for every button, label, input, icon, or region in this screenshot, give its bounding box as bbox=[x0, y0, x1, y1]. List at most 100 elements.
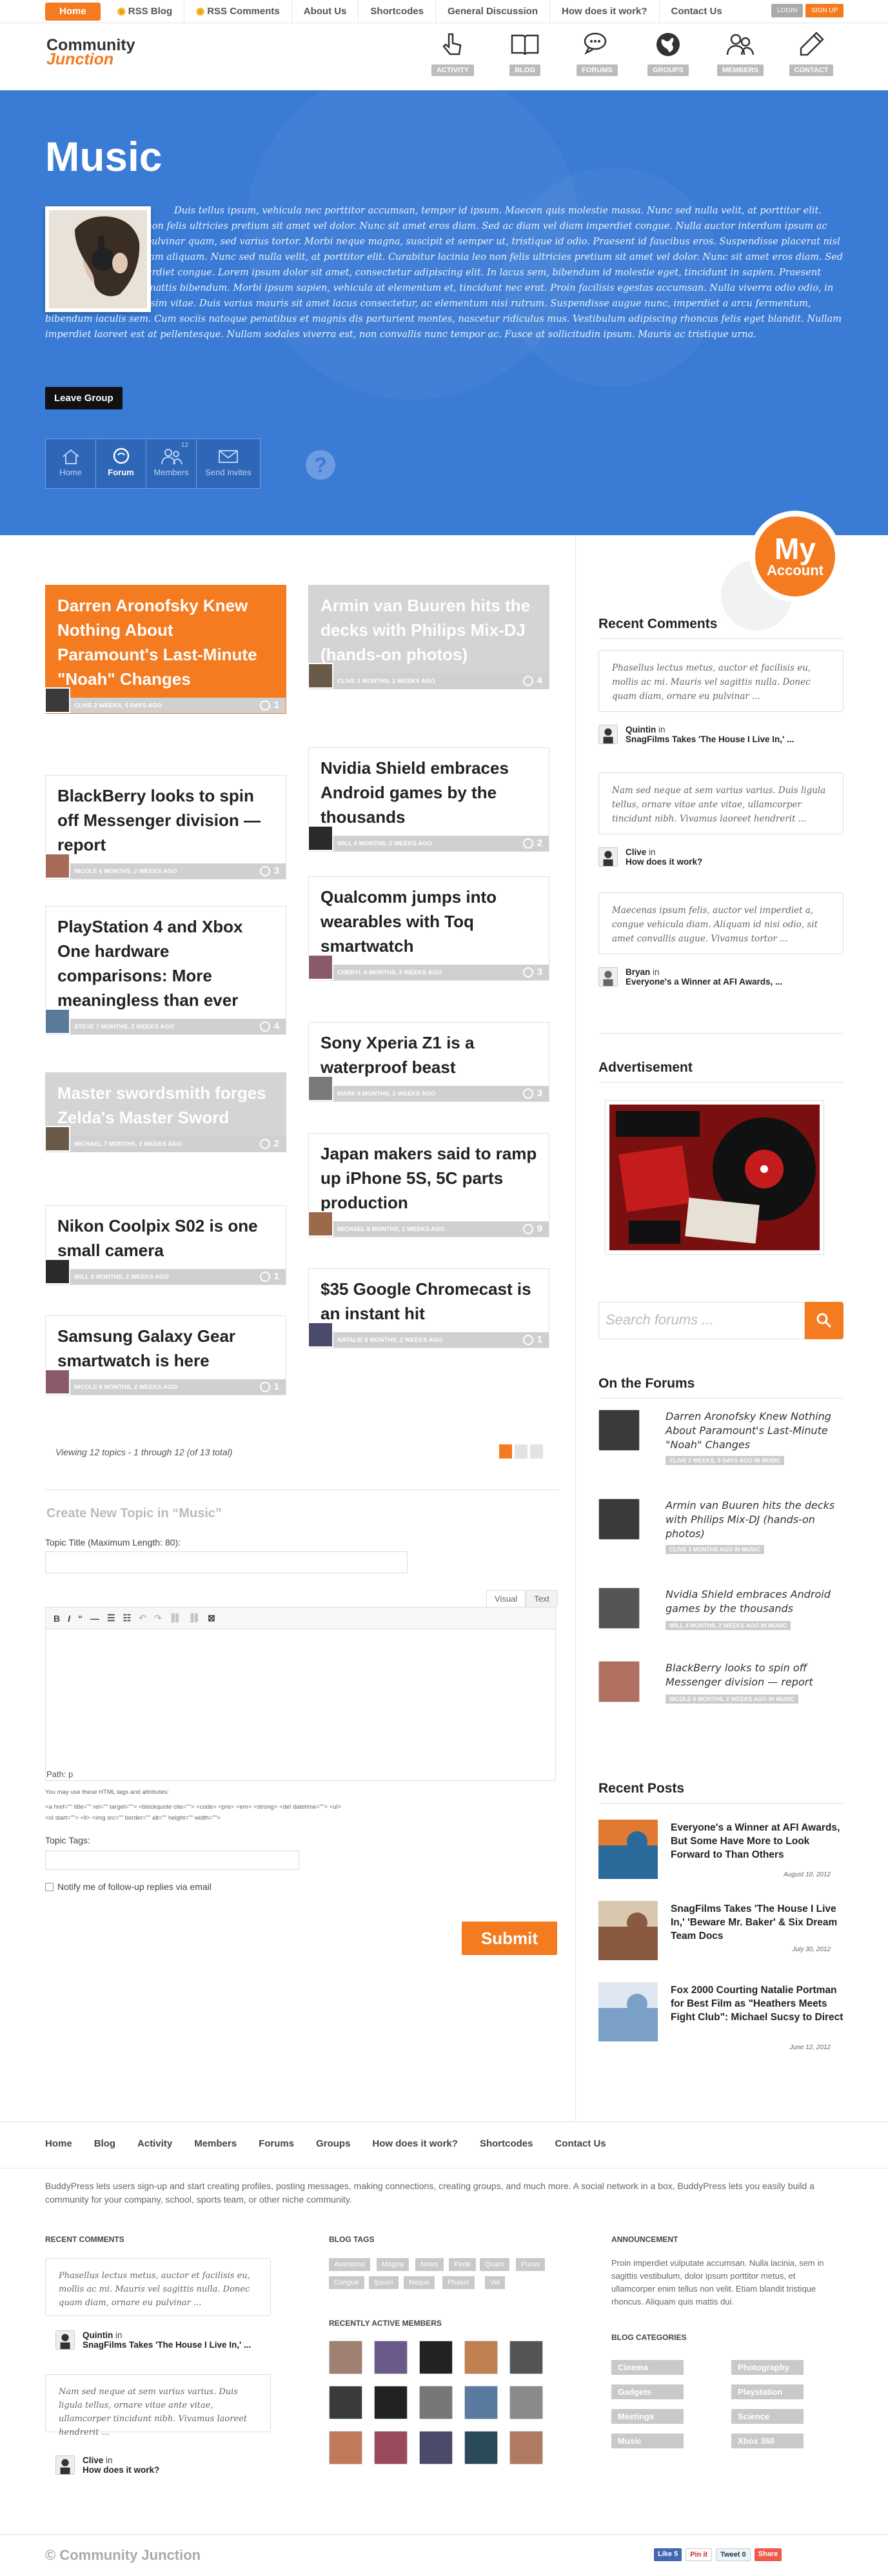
topic-card[interactable]: $35 Google Chromecast is an instant hit N… bbox=[308, 1268, 549, 1348]
topic-card[interactable]: Nikon Coolpix S02 is one small camera WIL… bbox=[44, 1205, 286, 1285]
member-avatar[interactable] bbox=[464, 2431, 498, 2464]
forum-topic-title[interactable]: Armin van Buuren hits the decks with Phi… bbox=[666, 1499, 846, 1541]
notify-option[interactable]: Notify me of follow-up replies via email bbox=[45, 1882, 212, 1892]
tag-link[interactable]: Phasel bbox=[442, 2276, 475, 2289]
category-link[interactable]: Gadgets bbox=[611, 2384, 684, 2399]
comment-author-name[interactable]: Bryan bbox=[626, 967, 650, 977]
comment-author-name[interactable]: Clive bbox=[626, 847, 646, 857]
category-link[interactable]: Science bbox=[731, 2409, 804, 2424]
topic-title[interactable]: PlayStation 4 and Xbox One hardware comp… bbox=[46, 907, 286, 1019]
avatar[interactable] bbox=[44, 687, 70, 713]
footer-nav-item[interactable]: Blog bbox=[94, 2138, 115, 2149]
tweet-button[interactable]: Tweet 0 bbox=[716, 2548, 751, 2561]
comment-post-link[interactable]: Everyone's a Winner at AFI Awards, ... bbox=[626, 977, 782, 987]
topic-tags-input[interactable] bbox=[45, 1851, 299, 1870]
avatar[interactable] bbox=[308, 1076, 333, 1101]
avatar[interactable] bbox=[308, 663, 333, 689]
comment-author-name[interactable]: Clive bbox=[83, 2455, 103, 2465]
member-avatar[interactable] bbox=[509, 2386, 543, 2419]
category-link[interactable]: Photography bbox=[731, 2360, 804, 2375]
top-nav-rss-comments[interactable]: ◉ RSS Comments bbox=[184, 0, 292, 23]
tag-link[interactable]: Pede bbox=[449, 2258, 476, 2271]
topic-card[interactable]: Qualcomm jumps into wearables with Toq s… bbox=[308, 876, 549, 981]
topic-title[interactable]: Nikon Coolpix S02 is one small camera bbox=[46, 1206, 286, 1269]
login-button[interactable]: LOGIN bbox=[771, 4, 804, 17]
top-nav-home[interactable]: Home bbox=[45, 3, 101, 21]
top-nav-contact[interactable]: Contact Us bbox=[660, 0, 734, 23]
page-1[interactable] bbox=[499, 1444, 512, 1459]
avatar[interactable] bbox=[308, 1211, 333, 1237]
tag-link[interactable]: Ipsum bbox=[369, 2276, 399, 2289]
tag-link[interactable]: Awesome bbox=[329, 2258, 371, 2271]
member-avatar[interactable] bbox=[374, 2386, 408, 2419]
header-nav-contact[interactable]: CONTACT bbox=[787, 28, 836, 84]
comment-post-link[interactable]: SnagFilms Takes 'The House I Live In,' .… bbox=[626, 734, 794, 744]
member-avatar[interactable] bbox=[464, 2341, 498, 2374]
topic-title[interactable]: Japan makers said to ramp up iPhone 5S, … bbox=[309, 1134, 549, 1221]
topic-card[interactable]: Armin van Buuren hits the decks with Phi… bbox=[308, 585, 549, 689]
comment-author-name[interactable]: Quintin bbox=[626, 725, 656, 734]
avatar[interactable] bbox=[598, 1588, 640, 1629]
topic-card[interactable]: Japan makers said to ramp up iPhone 5S, … bbox=[308, 1133, 549, 1237]
footer-nav-item[interactable]: Contact Us bbox=[555, 2138, 606, 2149]
avatar[interactable] bbox=[308, 1322, 333, 1348]
unlink-button[interactable]: ⛓ bbox=[188, 1613, 200, 1624]
group-tab-home[interactable]: Home bbox=[46, 439, 96, 488]
tag-link[interactable]: Purus bbox=[516, 2258, 545, 2271]
comment-author[interactable]: Quintin in SnagFilms Takes 'The House I L… bbox=[55, 2330, 251, 2350]
avatar[interactable] bbox=[598, 1661, 640, 1702]
tag-link[interactable]: Vel bbox=[485, 2276, 506, 2289]
topic-card[interactable]: PlayStation 4 and Xbox One hardware comp… bbox=[44, 906, 286, 1035]
blockquote-button[interactable]: “ bbox=[78, 1613, 83, 1624]
footer-nav-item[interactable]: Activity bbox=[137, 2138, 172, 2149]
tag-link[interactable]: Congue bbox=[329, 2276, 364, 2289]
undo-button[interactable]: ↶ bbox=[139, 1613, 146, 1624]
avatar[interactable] bbox=[308, 954, 333, 980]
category-link[interactable]: Playstation bbox=[731, 2384, 804, 2399]
comment-author[interactable]: Quintin in SnagFilms Takes 'The House I L… bbox=[598, 725, 794, 744]
avatar[interactable] bbox=[598, 1499, 640, 1540]
member-avatar[interactable] bbox=[329, 2431, 362, 2464]
topic-title[interactable]: Darren Aronofsky Knew Nothing About Para… bbox=[46, 585, 286, 698]
topic-title[interactable]: Sony Xperia Z1 is a waterproof beast bbox=[309, 1023, 549, 1086]
footer-nav-item[interactable]: Home bbox=[45, 2138, 72, 2149]
italic-button[interactable]: I bbox=[68, 1613, 70, 1624]
header-nav-groups[interactable]: GROUPS bbox=[644, 28, 693, 84]
signup-button[interactable]: SIGN UP bbox=[805, 4, 844, 17]
top-nav-rss-blog[interactable]: ◉ RSS Blog bbox=[106, 0, 185, 23]
redo-button[interactable]: ↷ bbox=[154, 1613, 162, 1624]
category-link[interactable]: Xbox 360 bbox=[731, 2433, 804, 2448]
header-nav-blog[interactable]: BLOG bbox=[500, 28, 549, 84]
page-2[interactable] bbox=[515, 1444, 528, 1459]
topic-card[interactable]: Samsung Galaxy Gear smartwatch is here NI… bbox=[44, 1315, 286, 1395]
editor-tab-text[interactable]: Text bbox=[526, 1590, 558, 1607]
tag-link[interactable]: Quam bbox=[480, 2258, 509, 2271]
leave-group-button[interactable]: Leave Group bbox=[45, 387, 123, 409]
member-avatar[interactable] bbox=[509, 2431, 543, 2464]
member-avatar[interactable] bbox=[329, 2341, 362, 2374]
member-avatar[interactable] bbox=[464, 2386, 498, 2419]
forum-topic-title[interactable]: BlackBerry looks to spin off Messenger d… bbox=[666, 1661, 846, 1689]
comment-author[interactable]: Clive in How does it work? bbox=[598, 847, 702, 867]
member-avatar[interactable] bbox=[329, 2386, 362, 2419]
comment-author[interactable]: Clive in How does it work? bbox=[55, 2455, 159, 2475]
member-avatar[interactable] bbox=[419, 2431, 453, 2464]
site-logo[interactable]: Community Junction bbox=[46, 37, 135, 68]
topic-title[interactable]: Samsung Galaxy Gear smartwatch is here bbox=[46, 1316, 286, 1379]
avatar[interactable] bbox=[598, 1410, 640, 1451]
topic-title[interactable]: BlackBerry looks to spin off Messenger d… bbox=[46, 776, 286, 863]
member-avatar[interactable] bbox=[374, 2431, 408, 2464]
notify-checkbox[interactable] bbox=[45, 1882, 54, 1891]
category-link[interactable]: Cinema bbox=[611, 2360, 684, 2375]
topic-content-editor[interactable]: B I “ — ☰ ☷ ↶ ↷ ⛓ ⛓ ⊠ bbox=[45, 1607, 556, 1781]
topic-title[interactable]: Qualcomm jumps into wearables with Toq s… bbox=[309, 877, 549, 965]
tag-link[interactable]: Magna bbox=[377, 2258, 409, 2271]
submit-button[interactable]: Submit bbox=[462, 1922, 557, 1955]
member-avatar[interactable] bbox=[419, 2341, 453, 2374]
hr-button[interactable]: — bbox=[90, 1613, 99, 1624]
footer-nav-item[interactable]: How does it work? bbox=[372, 2138, 458, 2149]
category-link[interactable]: Music bbox=[611, 2433, 684, 2448]
comment-author-name[interactable]: Quintin bbox=[83, 2330, 113, 2340]
topic-card[interactable]: BlackBerry looks to spin off Messenger d… bbox=[44, 775, 286, 880]
editor-tab-visual[interactable]: Visual bbox=[486, 1590, 526, 1607]
